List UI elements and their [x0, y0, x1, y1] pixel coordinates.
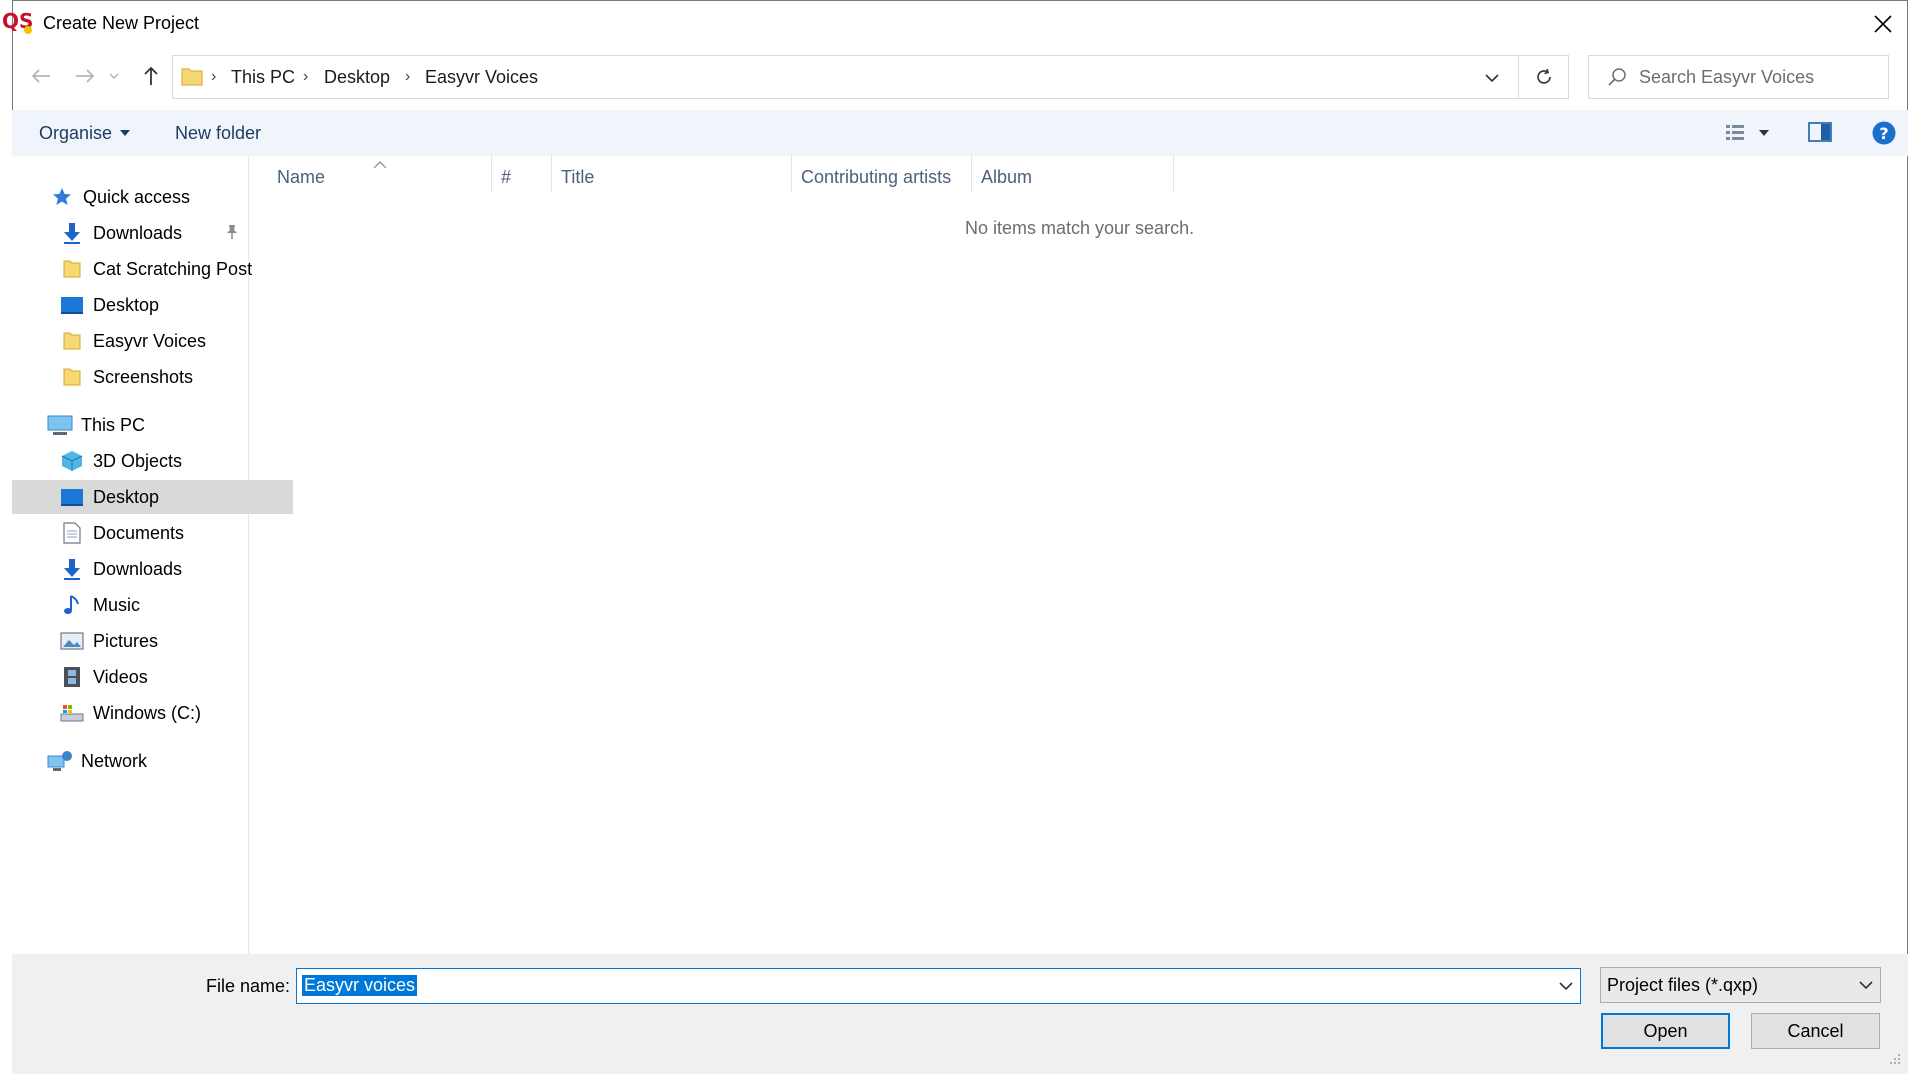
file-list[interactable]: Name # Title Contributing artists Album [249, 156, 1908, 954]
column-divider[interactable] [971, 156, 972, 192]
file-name-value[interactable]: Easyvr voices [302, 975, 418, 996]
folder-icon [59, 329, 85, 353]
sidebar-item-label: Quick access [83, 186, 191, 207]
sidebar-item-quick-access[interactable]: Quick access [12, 180, 283, 214]
sidebar-item-label: Downloads [93, 222, 183, 243]
column-header-number[interactable]: # [501, 156, 551, 198]
back-button[interactable] [24, 59, 58, 93]
resize-grip-icon[interactable] [1888, 1052, 1902, 1071]
sidebar-item-label: Music [93, 594, 141, 615]
search-input[interactable]: Search Easyvr Voices [1639, 67, 1814, 88]
organise-button[interactable]: Organise [39, 110, 131, 156]
up-button[interactable] [134, 59, 168, 93]
breadcrumb-this-pc[interactable]: This PC [231, 56, 295, 98]
file-name-label: File name: [206, 976, 291, 996]
sidebar-item-label: Windows (C:) [93, 702, 202, 723]
sidebar-item-label: This PC [81, 414, 146, 435]
new-folder-button[interactable]: New folder [175, 110, 261, 156]
title-bar [12, 0, 1908, 48]
column-divider[interactable] [551, 156, 552, 192]
folder-icon [59, 257, 85, 281]
organise-label: Organise [39, 122, 113, 143]
desktop-icon [59, 485, 85, 509]
music-note-icon [59, 593, 85, 617]
sidebar-item-label: Cat Scratching Post [93, 258, 253, 279]
sidebar-item-label: 3D Objects [93, 450, 183, 471]
forward-button[interactable] [68, 59, 102, 93]
breadcrumb-separator: › [211, 68, 217, 85]
sidebar-item-label: Downloads [93, 558, 183, 579]
close-icon [1874, 15, 1892, 33]
recent-locations-button[interactable] [104, 59, 124, 93]
help-icon: ? [1872, 121, 1896, 145]
search-icon [1607, 67, 1627, 87]
file-name-input[interactable]: Easyvr voices [296, 968, 1581, 1004]
svg-text:?: ? [1879, 124, 1888, 143]
column-header-name[interactable]: Name [277, 156, 487, 198]
breadcrumb-desktop[interactable]: Desktop [324, 56, 390, 98]
details-view-icon [1726, 125, 1769, 140]
sidebar-item-label: Desktop [93, 294, 160, 315]
help-button[interactable]: ? [1872, 121, 1896, 150]
chevron-down-icon[interactable] [1559, 981, 1573, 991]
breadcrumb-separator: › [405, 68, 411, 85]
column-header-title[interactable]: Title [561, 156, 781, 198]
column-divider[interactable] [791, 156, 792, 192]
refresh-icon [1536, 68, 1551, 84]
navigation-pane: Quick access Downloads Cat Scratching Po… [12, 156, 293, 954]
folder-icon [181, 66, 203, 91]
sidebar-item-network[interactable]: Network [12, 744, 281, 778]
refresh-button[interactable] [1519, 55, 1569, 99]
open-button[interactable]: Open [1601, 1013, 1730, 1049]
chevron-down-icon [1859, 980, 1873, 990]
sidebar-item-label: Documents [93, 522, 185, 543]
empty-list-message: No items match your search. [965, 218, 1195, 238]
close-button[interactable] [1866, 8, 1900, 40]
caret-down-icon [120, 130, 131, 136]
star-icon [49, 185, 75, 209]
column-divider[interactable] [491, 156, 492, 192]
chevron-down-icon [1485, 74, 1499, 83]
file-type-value: Project files (*.qxp) [1607, 974, 1759, 995]
preview-pane-icon [1808, 122, 1832, 142]
pin-icon [225, 224, 239, 240]
column-divider[interactable] [1173, 156, 1174, 192]
file-type-select[interactable]: Project files (*.qxp) [1600, 967, 1881, 1003]
drive-icon [59, 701, 85, 725]
address-dropdown-button[interactable] [1485, 70, 1499, 88]
desktop-icon [59, 293, 85, 317]
sidebar-item-label: Videos [93, 666, 148, 687]
app-logo-icon: QS [0, 6, 40, 38]
chevron-down-icon [109, 73, 119, 80]
sidebar-item-label: Network [81, 750, 148, 771]
cancel-button[interactable]: Cancel [1751, 1013, 1880, 1049]
column-header-album[interactable]: Album [981, 156, 1171, 198]
breadcrumb-easyvr-voices[interactable]: Easyvr Voices [425, 56, 538, 98]
film-icon [59, 665, 85, 689]
sidebar-item-this-pc[interactable]: This PC [12, 408, 281, 442]
column-header-contributing-artists[interactable]: Contributing artists [801, 156, 971, 198]
address-bar[interactable]: › This PC › Desktop › Easyvr Voices [172, 55, 1519, 99]
window-title: Create New Project [43, 13, 200, 33]
folder-icon [59, 365, 85, 389]
arrow-up-icon [144, 66, 158, 85]
picture-icon [59, 629, 85, 653]
breadcrumb-separator: › [303, 68, 309, 85]
command-bar: Organise New folder ? [12, 110, 1908, 156]
arrow-left-icon [31, 69, 50, 83]
sidebar-item-label: Easyvr Voices [93, 330, 207, 351]
document-icon [59, 521, 85, 545]
cube-icon [59, 449, 85, 473]
download-arrow-icon [59, 221, 85, 245]
sidebar-item-label: Pictures [93, 630, 159, 651]
arrow-right-icon [76, 69, 95, 83]
search-box[interactable]: Search Easyvr Voices [1588, 55, 1889, 99]
sidebar-item-label: Desktop [93, 486, 160, 507]
view-options-button[interactable] [1725, 123, 1773, 148]
network-icon [47, 749, 73, 773]
sidebar-item-label: Screenshots [93, 366, 194, 387]
computer-icon [47, 413, 73, 437]
preview-pane-button[interactable] [1808, 122, 1832, 147]
download-arrow-icon [59, 557, 85, 581]
